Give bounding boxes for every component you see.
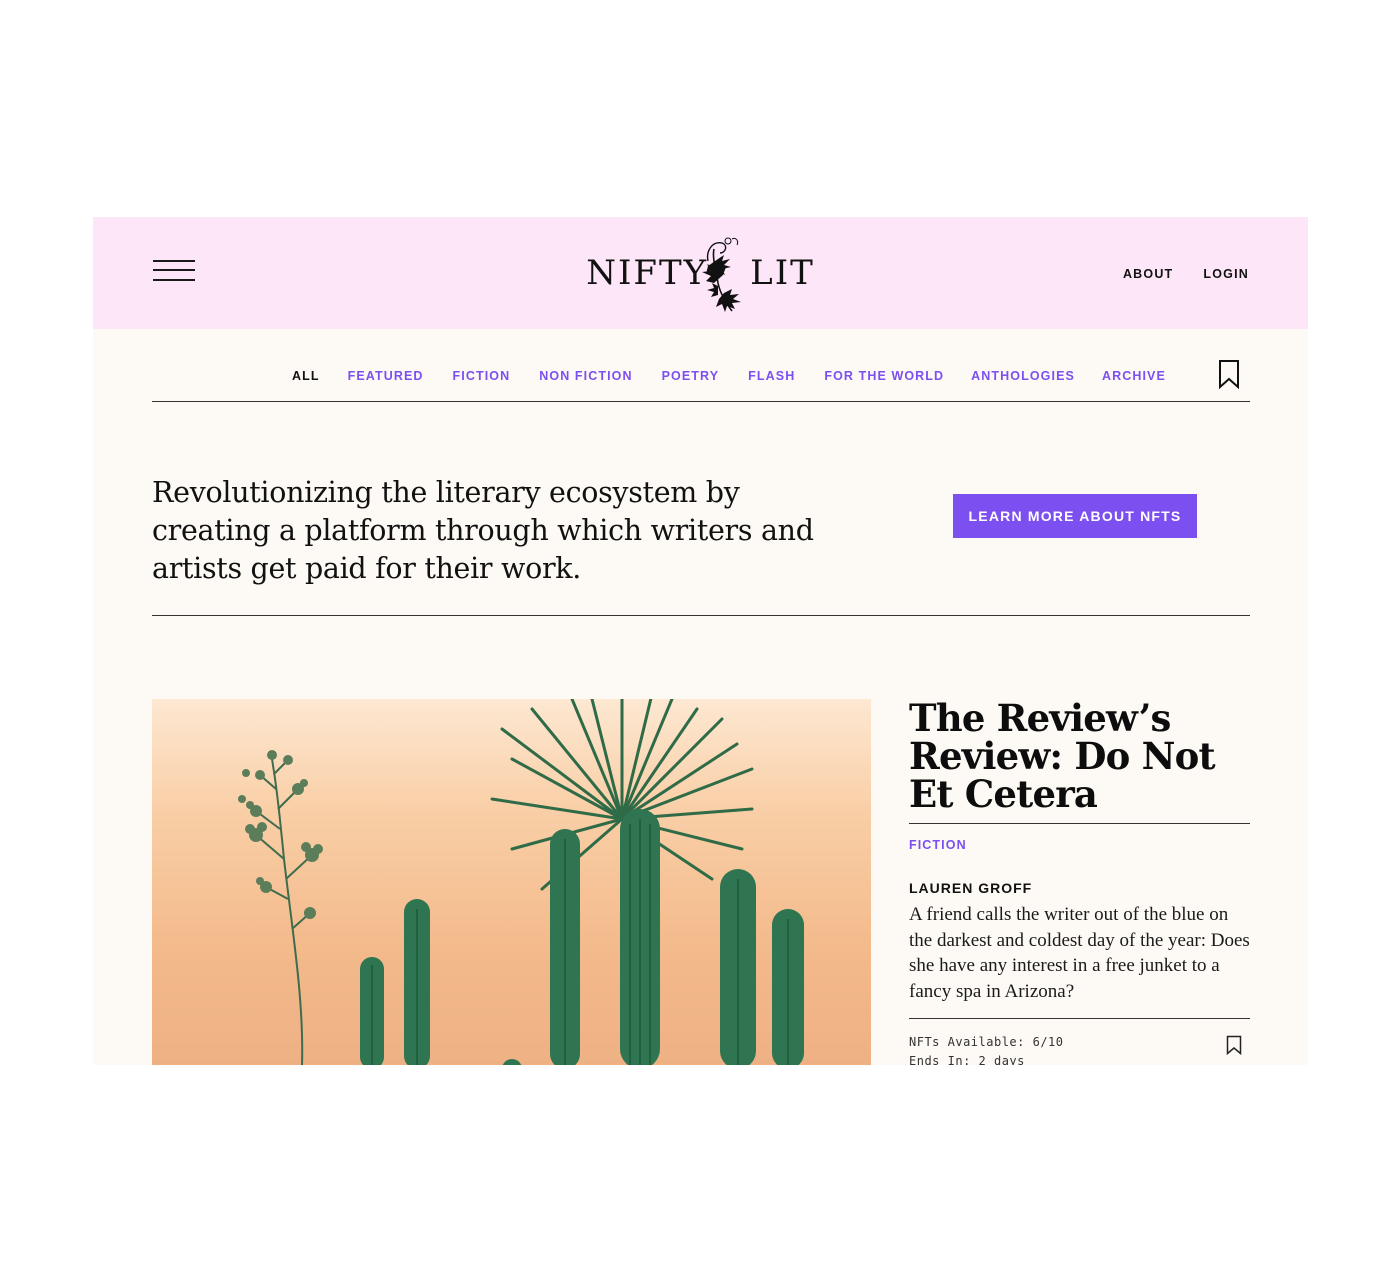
article-author[interactable]: LAUREN GROFF (909, 880, 1250, 896)
hero-section: Revolutionizing the literary ecosystem b… (152, 402, 1250, 616)
hero-tagline: Revolutionizing the literary ecosystem b… (152, 476, 814, 585)
nav-item-non-fiction[interactable]: NON FICTION (539, 367, 632, 385)
site-header: NIFTY LIT ABOUT LOGIN (93, 217, 1308, 329)
nav-link-non-fiction[interactable]: NON FICTION (539, 369, 632, 383)
nav-item-flash[interactable]: FLASH (748, 367, 795, 385)
nav-link-poetry[interactable]: POETRY (662, 369, 720, 383)
learn-more-nfts-button[interactable]: LEARN MORE ABOUT NFTS (953, 494, 1197, 538)
login-link[interactable]: LOGIN (1203, 267, 1249, 281)
logo-wordmark: NIFTY LIT (586, 253, 815, 293)
cactus-photo-illustration (238, 699, 804, 1065)
nav-item-for-the-world[interactable]: FOR THE WORLD (824, 367, 944, 385)
ends-in: Ends In: 2 days (909, 1054, 1025, 1065)
nfts-available: NFTs Available: 6/10 (909, 1035, 1064, 1049)
logo-right-text: LIT (750, 253, 815, 293)
nav-item-all[interactable]: ALL (292, 367, 320, 385)
site-logo[interactable]: NIFTY LIT (586, 231, 813, 315)
nav-item-poetry[interactable]: POETRY (662, 367, 720, 385)
logo-left-text: NIFTY (586, 253, 709, 293)
bookmark-icon[interactable] (1226, 1035, 1242, 1055)
nav-item-archive[interactable]: ARCHIVE (1102, 367, 1166, 385)
about-link[interactable]: ABOUT (1123, 267, 1173, 281)
category-nav: ALL FEATURED FICTION NON FICTION POETRY … (152, 329, 1250, 402)
nav-link-archive[interactable]: ARCHIVE (1102, 369, 1166, 383)
article-title[interactable]: The Review’s Review: Do Not Et Cetera (909, 699, 1250, 824)
article-blurb: A friend calls the writer out of the blu… (909, 902, 1250, 1019)
nav-item-fiction[interactable]: FICTION (453, 367, 511, 385)
featured-article: The Review’s Review: Do Not Et Cetera FI… (909, 699, 1250, 1065)
nav-link-for-the-world[interactable]: FOR THE WORLD (824, 369, 944, 383)
nav-item-anthologies[interactable]: ANTHOLOGIES (971, 367, 1075, 385)
nav-item-featured[interactable]: FEATURED (348, 367, 424, 385)
nav-link-fiction[interactable]: FICTION (453, 369, 511, 383)
page-frame: NIFTY LIT ABOUT LOGIN ALL FEATURED FICTIO… (93, 217, 1308, 1065)
bookmark-icon[interactable] (1218, 359, 1240, 389)
hamburger-menu-icon[interactable] (153, 258, 195, 284)
nav-link-featured[interactable]: FEATURED (348, 369, 424, 383)
featured-image[interactable] (152, 699, 871, 1065)
nft-meta: NFTs Available: 6/10 Ends In: 2 days (909, 1033, 1250, 1065)
nav-link-all[interactable]: ALL (292, 369, 320, 383)
nav-link-flash[interactable]: FLASH (748, 369, 795, 383)
article-category[interactable]: FICTION (909, 838, 1250, 852)
nav-link-anthologies[interactable]: ANTHOLOGIES (971, 369, 1075, 383)
top-links: ABOUT LOGIN (1123, 267, 1249, 281)
